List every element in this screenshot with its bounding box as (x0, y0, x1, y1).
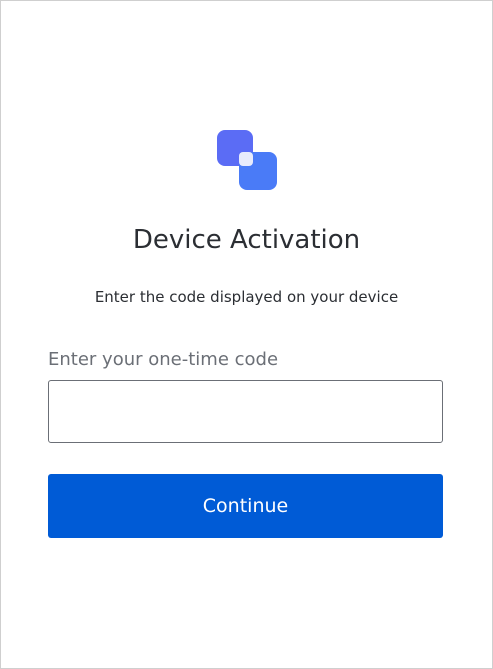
one-time-code-input[interactable] (48, 380, 443, 443)
page-subtitle: Enter the code displayed on your device (94, 288, 399, 306)
activation-card: Device Activation Enter the code display… (0, 0, 493, 669)
code-field-label: Enter your one-time code (48, 349, 279, 370)
page-title: Device Activation (132, 225, 361, 255)
continue-button[interactable]: Continue (48, 474, 443, 538)
app-logo-icon (217, 130, 277, 190)
